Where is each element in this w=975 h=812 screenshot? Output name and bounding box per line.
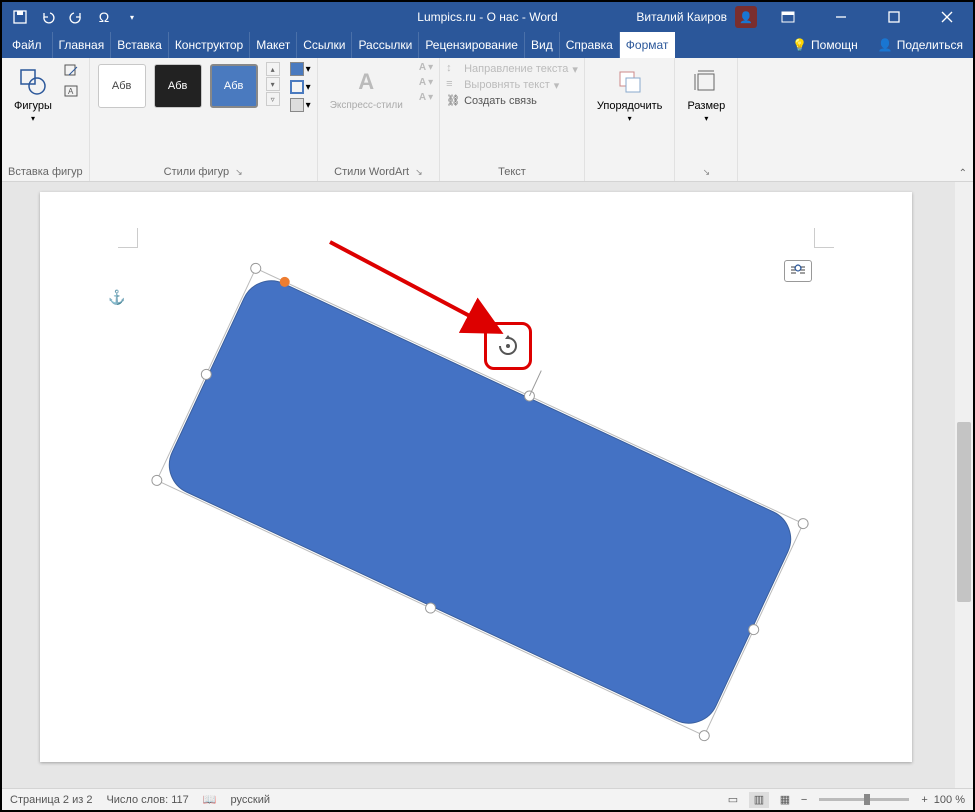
view-web-icon[interactable]: ▦ <box>775 792 795 808</box>
shapes-button[interactable]: Фигуры ▾ <box>8 62 58 127</box>
chevron-down-icon: ▾ <box>628 114 632 123</box>
shape-effects-button[interactable]: ▾ <box>290 98 311 112</box>
shape-style-3[interactable]: Абв <box>210 64 258 108</box>
chevron-down-icon: ▾ <box>31 114 35 123</box>
shapes-icon <box>17 66 49 98</box>
group-label-text: Текст <box>440 163 584 181</box>
document-area: ⚓ <box>2 182 973 788</box>
create-link-button[interactable]: ⛓Создать связь <box>446 94 578 108</box>
annotation-arrow <box>320 232 540 362</box>
scrollbar-thumb[interactable] <box>957 422 971 602</box>
shape-style-1[interactable]: Абв <box>98 64 146 108</box>
ribbon-tabs: Файл Главная Вставка Конструктор Макет С… <box>2 32 973 58</box>
document-title: Lumpics.ru - О нас - Word <box>417 10 557 24</box>
group-label-wordart: Стили WordArt <box>334 166 409 178</box>
text-outline-button[interactable]: A▾ <box>419 77 433 88</box>
align-text-icon: ≡ <box>446 78 460 92</box>
share-icon: 👤 <box>878 38 893 52</box>
user-name[interactable]: Виталий Каиров <box>636 10 727 24</box>
size-button[interactable]: Размер ▾ <box>681 62 731 127</box>
shape-fill-button[interactable]: ▾ <box>290 62 311 76</box>
tab-references[interactable]: Ссылки <box>297 32 352 58</box>
tab-insert[interactable]: Вставка <box>111 32 169 58</box>
wordart-icon: A <box>350 66 382 98</box>
style-more-icon[interactable]: ▿ <box>266 92 280 106</box>
text-direction-button: ↕Направление текста ▾ <box>446 62 578 76</box>
shape-style-2[interactable]: Абв <box>154 64 202 108</box>
size-icon <box>690 66 722 98</box>
page[interactable]: ⚓ <box>40 192 912 762</box>
vertical-scrollbar[interactable] <box>955 182 973 788</box>
arrange-icon <box>614 66 646 98</box>
group-size: Размер ▾ ↘ <box>675 58 738 181</box>
maximize-button[interactable] <box>871 2 916 32</box>
user-avatar-icon[interactable]: 👤 <box>735 6 757 28</box>
edit-shape-icon[interactable] <box>62 62 80 80</box>
text-box-icon[interactable]: A <box>62 82 80 100</box>
svg-text:A: A <box>68 87 74 96</box>
status-bar: Страница 2 из 2 Число слов: 117 📖 русски… <box>2 788 973 810</box>
text-effects-button[interactable]: A▾ <box>419 92 433 103</box>
align-text-button: ≡Выровнять текст ▾ <box>446 78 578 92</box>
tab-file[interactable]: Файл <box>2 32 53 58</box>
chevron-down-icon: ▾ <box>704 114 708 123</box>
tab-help[interactable]: Справка <box>560 32 620 58</box>
zoom-in-button[interactable]: + <box>921 794 927 806</box>
view-read-icon[interactable]: ▭ <box>723 792 743 808</box>
group-label-shape-styles: Стили фигур <box>164 166 229 178</box>
group-text: ↕Направление текста ▾ ≡Выровнять текст ▾… <box>440 58 585 181</box>
quick-access-toolbar: Ω ▾ <box>2 2 150 32</box>
tab-home[interactable]: Главная <box>53 32 112 58</box>
ribbon: Фигуры ▾ A Вставка фигур Абв Абв Абв ▴ ▾… <box>2 58 973 182</box>
group-wordart-styles: A Экспресс-стили A▾ A▾ A▾ Стили WordArt ↘ <box>318 58 440 181</box>
group-arrange: Упорядочить ▾ <box>585 58 675 181</box>
text-fill-button[interactable]: A▾ <box>419 62 433 73</box>
tab-view[interactable]: Вид <box>525 32 560 58</box>
tell-me[interactable]: 💡Помощн <box>782 32 868 58</box>
tab-review[interactable]: Рецензирование <box>419 32 525 58</box>
dialog-launcher-icon[interactable]: ↘ <box>235 167 243 178</box>
spellcheck-icon[interactable]: 📖 <box>203 793 217 806</box>
close-button[interactable] <box>924 2 969 32</box>
dialog-launcher-icon[interactable]: ↘ <box>415 167 423 178</box>
group-shape-styles: Абв Абв Абв ▴ ▾ ▿ ▾ ▾ ▾ Стили фигур ↘ <box>90 58 318 181</box>
tab-format[interactable]: Формат <box>620 32 676 58</box>
zoom-out-button[interactable]: − <box>801 794 807 806</box>
qat-dropdown-icon[interactable]: ▾ <box>124 9 140 25</box>
language-indicator[interactable]: русский <box>231 794 270 806</box>
collapse-ribbon-icon[interactable]: ⌃ <box>959 168 967 179</box>
style-scroll-down-icon[interactable]: ▾ <box>266 77 280 91</box>
save-icon[interactable] <box>12 9 28 25</box>
arrange-button[interactable]: Упорядочить ▾ <box>591 62 668 127</box>
share-button[interactable]: 👤Поделиться <box>868 32 973 58</box>
minimize-button[interactable] <box>818 2 863 32</box>
shape-outline-button[interactable]: ▾ <box>290 80 311 94</box>
group-insert-shapes: Фигуры ▾ A Вставка фигур <box>2 58 90 181</box>
outline-icon <box>290 80 304 94</box>
title-bar: Ω ▾ Lumpics.ru - О нас - Word Виталий Ка… <box>2 2 973 32</box>
tab-design[interactable]: Конструктор <box>169 32 250 58</box>
word-count[interactable]: Число слов: 117 <box>106 794 188 806</box>
link-icon: ⛓ <box>446 94 460 108</box>
symbol-icon[interactable]: Ω <box>96 9 112 25</box>
group-label-insert-shapes: Вставка фигур <box>2 163 89 181</box>
effects-icon <box>290 98 304 112</box>
view-print-icon[interactable]: ▥ <box>749 792 769 808</box>
fill-icon <box>290 62 304 76</box>
tab-layout[interactable]: Макет <box>250 32 297 58</box>
ribbon-options-icon[interactable] <box>765 2 810 32</box>
zoom-slider[interactable] <box>819 798 909 801</box>
dialog-launcher-icon[interactable]: ↘ <box>703 167 711 178</box>
wordart-quickstyles-button[interactable]: A Экспресс-стили <box>324 62 409 115</box>
style-scroll-up-icon[interactable]: ▴ <box>266 62 280 76</box>
redo-icon[interactable] <box>68 9 84 25</box>
text-direction-icon: ↕ <box>446 62 460 76</box>
page-indicator[interactable]: Страница 2 из 2 <box>10 794 92 806</box>
bulb-icon: 💡 <box>792 38 807 52</box>
zoom-level[interactable]: 100 % <box>934 794 965 806</box>
tab-mailings[interactable]: Рассылки <box>352 32 419 58</box>
undo-icon[interactable] <box>40 9 56 25</box>
